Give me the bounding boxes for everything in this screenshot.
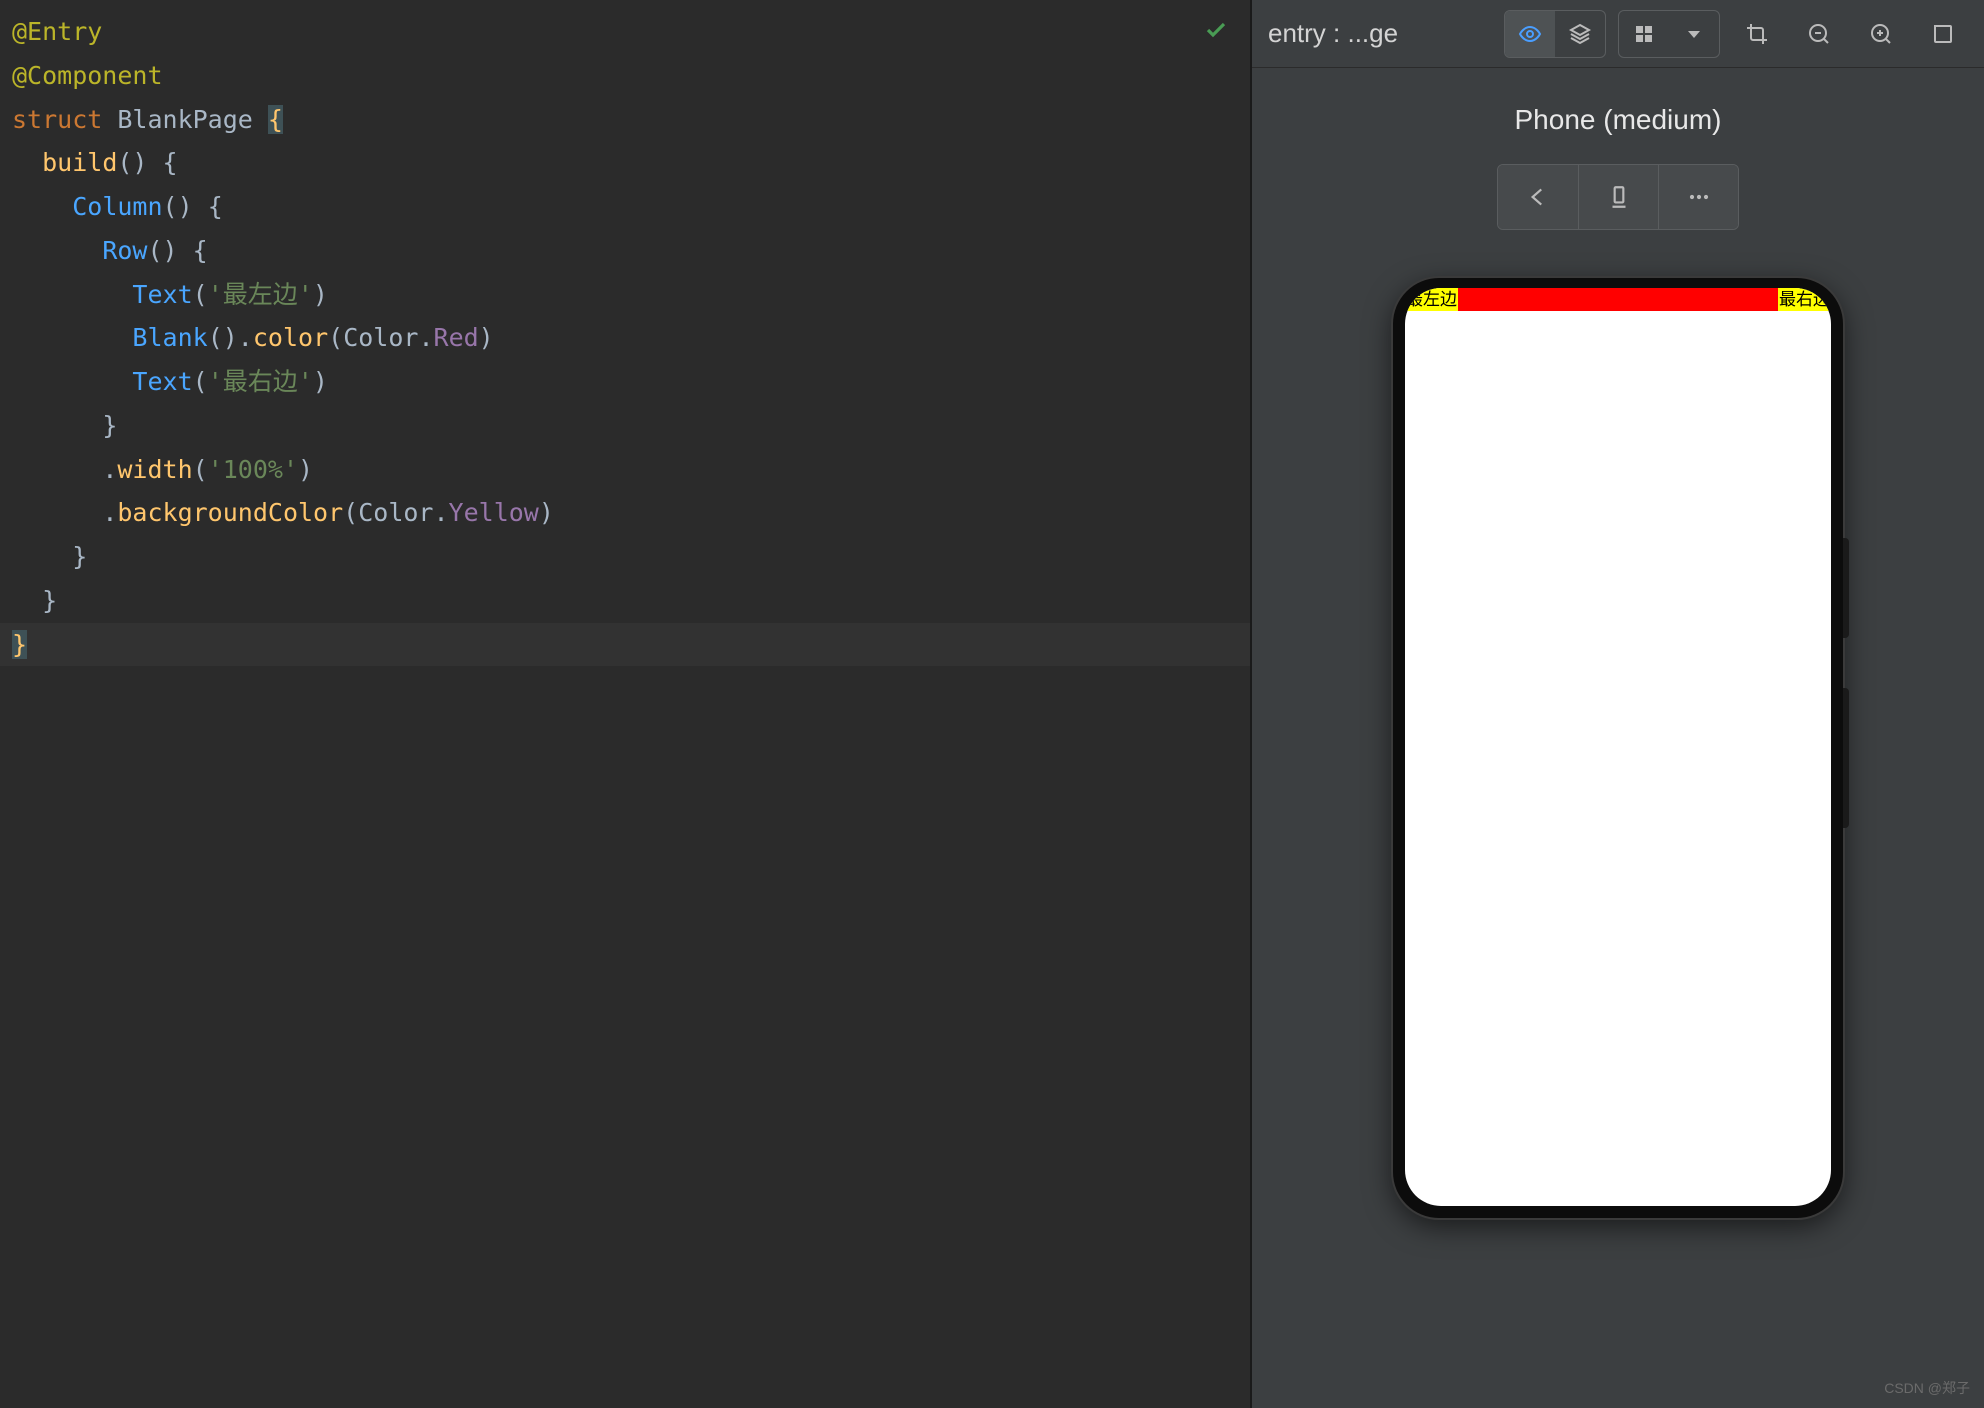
preview-panel: entry : ...ge xyxy=(1252,0,1984,1408)
preview-header: entry : ...ge xyxy=(1252,0,1984,68)
code-editor-panel[interactable]: @Entry @Component struct BlankPage { bui… xyxy=(0,0,1250,1408)
brace-close-struct: } xyxy=(12,630,27,659)
string-right: '最右边' xyxy=(208,367,313,396)
phone-screen[interactable]: 最左边 最右边 xyxy=(1405,288,1831,1206)
zoom-in-button[interactable] xyxy=(1856,11,1906,57)
component-column: Column xyxy=(72,192,162,221)
method-build: build xyxy=(42,148,117,177)
phone-side-button-1 xyxy=(1843,538,1849,638)
struct-name: BlankPage xyxy=(117,105,252,134)
component-blank: Blank xyxy=(132,323,207,352)
zoom-out-button[interactable] xyxy=(1794,11,1844,57)
preview-body: Phone (medium) 最左边 最右边 xyxy=(1252,68,1984,1408)
annotation-component: @Component xyxy=(12,61,163,90)
view-mode-group xyxy=(1504,10,1606,58)
component-text-2: Text xyxy=(132,367,192,396)
brace-close-column: } xyxy=(72,542,87,571)
string-left: '最左边' xyxy=(208,280,313,309)
more-button[interactable] xyxy=(1658,165,1738,229)
phone-preview: 最左边 最右边 xyxy=(1393,278,1843,1218)
rotate-button[interactable] xyxy=(1578,165,1658,229)
component-text-1: Text xyxy=(132,280,192,309)
dropdown-button[interactable] xyxy=(1669,11,1719,57)
annotation-entry: @Entry xyxy=(12,17,102,46)
method-color: color xyxy=(253,323,328,352)
back-button[interactable] xyxy=(1498,165,1578,229)
preview-title: entry : ...ge xyxy=(1268,18,1492,49)
fullscreen-button[interactable] xyxy=(1918,11,1968,57)
code-area[interactable]: @Entry @Component struct BlankPage { bui… xyxy=(0,0,1250,676)
component-row: Row xyxy=(102,236,147,265)
keyword-struct: struct xyxy=(12,105,102,134)
type-color-1: Color xyxy=(343,323,418,352)
eye-view-button[interactable] xyxy=(1505,11,1555,57)
crop-button[interactable] xyxy=(1732,11,1782,57)
type-color-2: Color xyxy=(358,498,433,527)
app-row: 最左边 最右边 xyxy=(1405,288,1831,311)
grid-button[interactable] xyxy=(1619,11,1669,57)
method-width: width xyxy=(117,455,192,484)
phone-side-button-2 xyxy=(1843,688,1849,828)
brace-close-build: } xyxy=(42,586,57,615)
grid-dropdown-group xyxy=(1618,10,1720,58)
enum-yellow: Yellow xyxy=(449,498,539,527)
string-width: '100%' xyxy=(208,455,298,484)
enum-red: Red xyxy=(434,323,479,352)
device-controls xyxy=(1497,164,1739,230)
watermark: CSDN @郑子 xyxy=(1884,1378,1970,1398)
status-check-icon xyxy=(1204,18,1228,49)
brace-close-row: } xyxy=(102,411,117,440)
device-label: Phone (medium) xyxy=(1515,104,1722,136)
layers-button[interactable] xyxy=(1555,11,1605,57)
method-backgroundcolor: backgroundColor xyxy=(117,498,343,527)
app-blank-red xyxy=(1458,288,1778,311)
brace-open-struct: { xyxy=(268,105,283,134)
